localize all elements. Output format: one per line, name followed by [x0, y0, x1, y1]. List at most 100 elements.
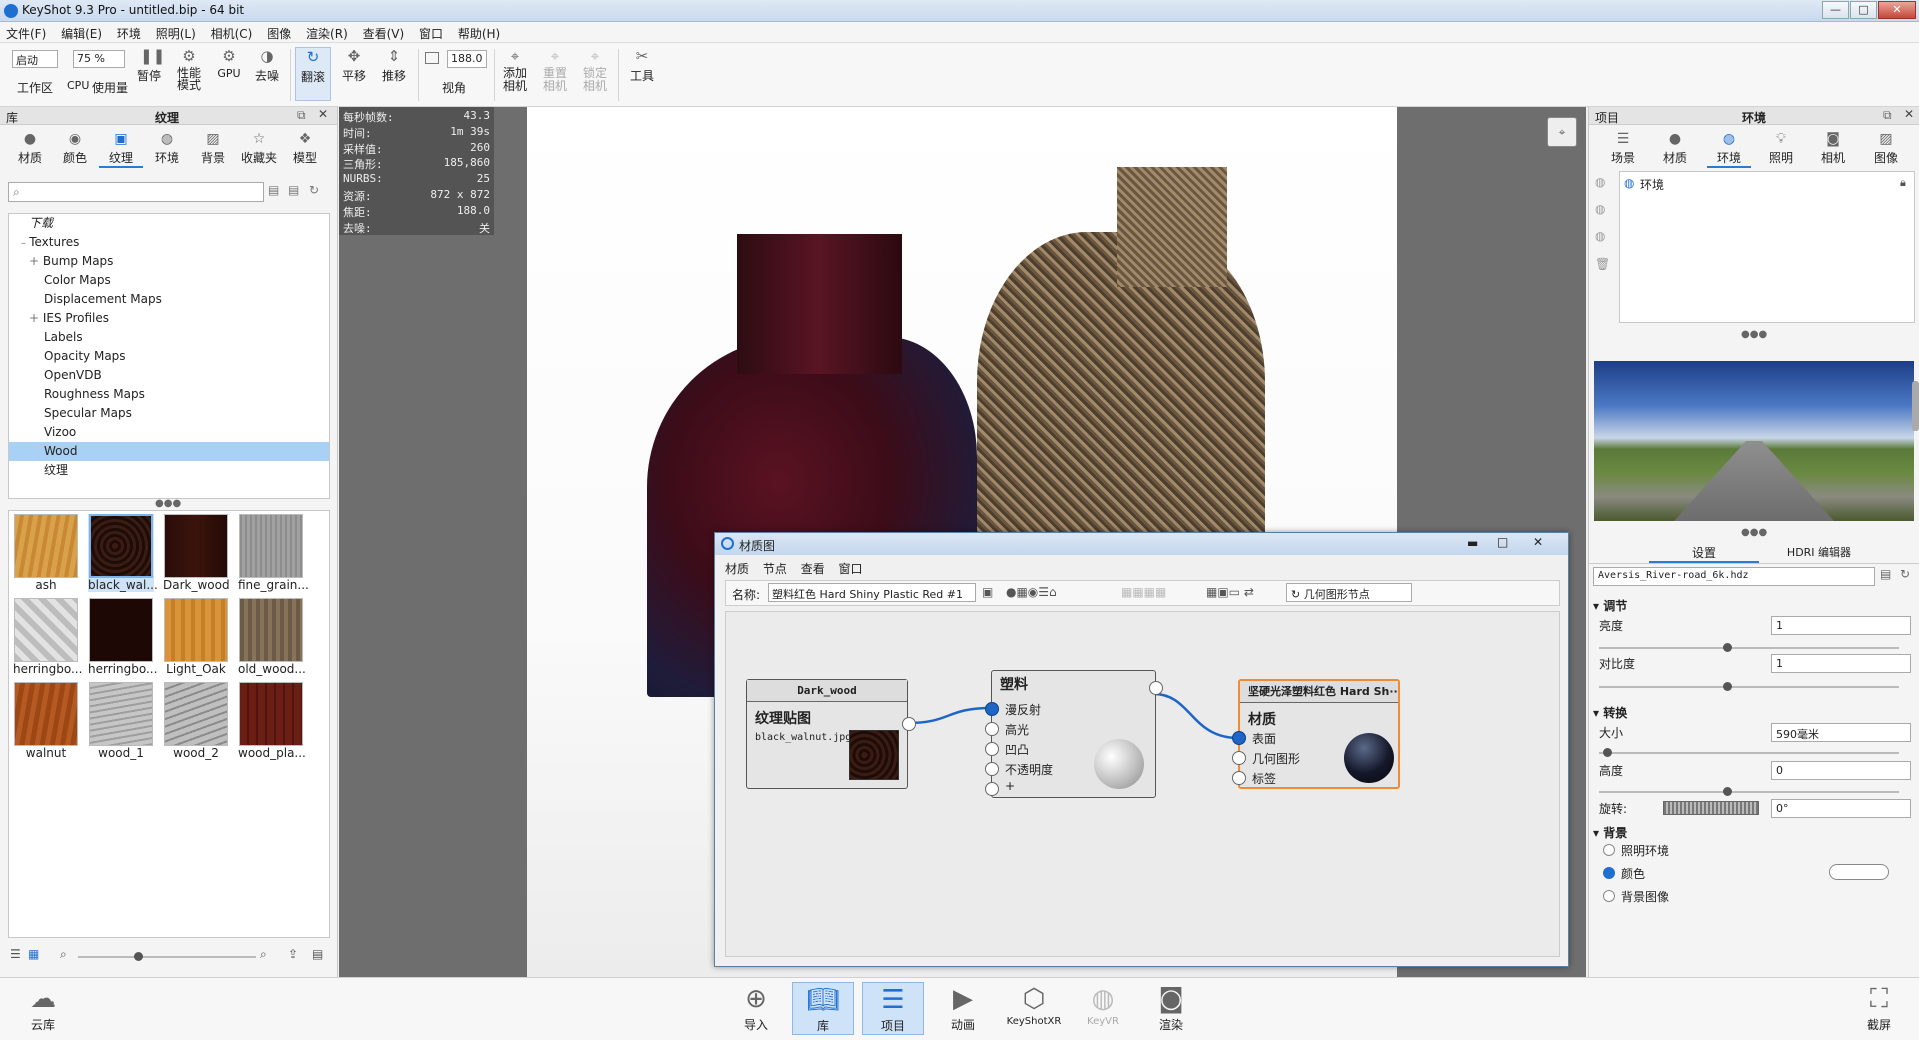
tab-image[interactable]: ▨ 图像 — [1864, 131, 1908, 166]
project-toggle-button[interactable]: ☰ 项目 — [862, 982, 924, 1035]
section-transform[interactable]: ▾ 转换 — [1593, 704, 1627, 721]
close-button[interactable]: ✕ — [1878, 1, 1916, 19]
height-input[interactable]: 0 — [1771, 761, 1911, 780]
rotation-jog-wheel[interactable] — [1663, 801, 1759, 815]
tree-item-color-maps[interactable]: Color Maps — [9, 271, 329, 290]
panel-scrollbar-thumb[interactable] — [1912, 381, 1919, 431]
plastic-output-port[interactable] — [1149, 681, 1163, 695]
bg-image-radio[interactable] — [1603, 890, 1615, 902]
tab-camera[interactable]: ◙ 相机 — [1811, 131, 1855, 166]
tab-lighting[interactable]: 💡︎ 照明 — [1759, 131, 1803, 166]
thumb-light-oak[interactable]: Light_Oak — [163, 598, 229, 676]
tree-item-specular-maps[interactable]: Specular Maps — [9, 404, 329, 423]
pause-button[interactable]: ❚❚ 暂停 — [134, 47, 165, 84]
contrast-input[interactable]: 1 — [1771, 654, 1911, 673]
size-input[interactable]: 590毫米 — [1771, 723, 1911, 742]
menu-view[interactable]: 查看(V) — [357, 22, 410, 42]
maximize-button[interactable]: □ — [1850, 1, 1877, 19]
thumbnail-size-slider[interactable] — [78, 956, 256, 958]
graph-menu-node[interactable]: 节点 — [763, 562, 787, 576]
environment-settings-icon[interactable]: ◍ — [1595, 229, 1605, 243]
node-graph-canvas[interactable]: Dark_wood 纹理贴图 black_walnut.jpg 塑料 漫反射 高… — [725, 611, 1560, 957]
label-port[interactable] — [1232, 771, 1246, 785]
tree-item-bump-maps[interactable]: + Bump Maps — [9, 252, 329, 271]
folder-add-icon[interactable]: ▤ — [288, 183, 299, 197]
expand-icon[interactable]: + — [29, 311, 43, 325]
tree-item-openvdb[interactable]: OpenVDB — [9, 366, 329, 385]
menu-help[interactable]: 帮助(H) — [452, 22, 505, 42]
menu-file[interactable]: 文件(F) — [0, 22, 51, 42]
render-button[interactable]: ◙ 渲染 — [1140, 982, 1202, 1033]
menu-environment[interactable]: 环境 — [111, 22, 146, 42]
grid-view-icon[interactable]: ▦ — [28, 947, 39, 961]
tree-item-wood[interactable]: Wood — [9, 442, 329, 461]
add-environment-icon[interactable]: ◍ — [1595, 175, 1605, 189]
tab-models[interactable]: ❖ 模型 — [283, 131, 327, 166]
tab-colors[interactable]: ◉ 颜色 — [53, 131, 97, 166]
size-knob[interactable] — [1603, 748, 1612, 757]
thumb-herringbone-2[interactable]: herringbo... — [88, 598, 157, 676]
menu-edit[interactable]: 编辑(E) — [55, 22, 107, 42]
tab-environments[interactable]: ◍ 环境 — [145, 131, 189, 166]
splitter-handle-icon[interactable]: ●●● — [1741, 527, 1767, 538]
folder-sync-icon[interactable]: ▤ — [312, 947, 323, 961]
duplicate-environment-icon[interactable]: ◍ — [1595, 202, 1605, 216]
tree-item-roughness-maps[interactable]: Roughness Maps — [9, 385, 329, 404]
tab-material[interactable]: ● 材质 — [1653, 131, 1697, 166]
add-camera-button[interactable]: ⌖ 添加 相机 — [498, 47, 532, 93]
hdri-file-input[interactable]: Aversis_River-road_6k.hdz — [1593, 567, 1875, 586]
cloud-library-button[interactable]: ☁ 云库 — [12, 982, 74, 1033]
graph-menu-view[interactable]: 查看 — [801, 562, 825, 576]
tab-environment[interactable]: ◍ 环境 — [1707, 131, 1751, 168]
specular-port[interactable] — [985, 722, 999, 736]
zoom-out-icon[interactable]: ⌕ — [60, 947, 67, 962]
environment-list-item[interactable]: 环境 — [1640, 176, 1664, 193]
thumb-wood-1[interactable]: wood_1 — [88, 682, 154, 760]
thumb-walnut[interactable]: walnut — [13, 682, 79, 760]
reset-camera-button[interactable]: ⌖ 重置 相机 — [538, 47, 572, 93]
tools-button[interactable]: ✂ 工具 — [625, 47, 659, 84]
save-icon[interactable]: ▣ — [982, 585, 993, 599]
add-input-port[interactable] — [985, 782, 999, 796]
cpu-usage-select[interactable]: 75 % — [73, 50, 125, 68]
screenshot-button[interactable]: ⛶ 截屏 — [1848, 982, 1910, 1033]
graph-menu-window[interactable]: 窗口 — [839, 562, 863, 576]
tab-materials[interactable]: ● 材质 — [8, 131, 52, 166]
list-view-icon[interactable]: ☰ — [10, 947, 21, 961]
gpu-button[interactable]: ⚙ GPU — [214, 47, 244, 80]
bg-color-swatch[interactable] — [1829, 864, 1889, 880]
tree-item-texture[interactable]: 纹理 — [9, 461, 329, 480]
thumb-old-wood[interactable]: old_wood... — [238, 598, 306, 676]
plastic-node[interactable]: 塑料 漫反射 高光 凹凸 不透明度 + — [985, 670, 1163, 798]
tab-scene[interactable]: ☰ 场景 — [1601, 131, 1645, 166]
viewport-camera-icon[interactable]: ⌖ — [1547, 117, 1577, 147]
undock-icon[interactable]: ⧉ — [297, 108, 306, 123]
height-knob[interactable] — [1723, 787, 1732, 796]
brightness-input[interactable]: 1 — [1771, 616, 1911, 635]
tumble-button[interactable]: ↻ 翻滚 — [295, 47, 331, 101]
denoise-button[interactable]: ◑ 去噪 — [252, 47, 282, 84]
splitter-handle-icon[interactable]: ●●● — [155, 498, 181, 509]
tree-item-vizoo[interactable]: Vizoo — [9, 423, 329, 442]
brightness-knob[interactable] — [1723, 643, 1732, 652]
texture-output-port[interactable] — [902, 717, 916, 731]
pan-button[interactable]: ✥ 平移 — [338, 47, 370, 84]
splitter-handle-icon[interactable]: ●●● — [1741, 329, 1767, 340]
tree-item-labels[interactable]: Labels — [9, 328, 329, 347]
graph-maximize-button[interactable]: □ — [1497, 535, 1508, 549]
bg-color-radio[interactable] — [1603, 867, 1615, 879]
thumb-black-walnut[interactable]: black_wal... — [88, 514, 158, 592]
rotation-input[interactable]: 0° — [1771, 799, 1911, 818]
layout-icons[interactable]: ▦▣▭ ⇄ — [1206, 585, 1254, 599]
geometry-port[interactable] — [1232, 751, 1246, 765]
fov-input[interactable]: 188.0 — [447, 50, 487, 68]
diffuse-port[interactable] — [985, 702, 999, 716]
tree-item-displacement-maps[interactable]: Displacement Maps — [9, 290, 329, 309]
delete-icon[interactable]: 🗑︎ — [1595, 257, 1610, 271]
panel-close-icon[interactable]: ✕ — [318, 107, 328, 121]
material-name-input[interactable]: 塑料红色 Hard Shiny Plastic Red #1 — [768, 583, 976, 602]
zoom-in-icon[interactable]: ⌕ — [260, 947, 267, 962]
tree-item-ies-profiles[interactable]: + IES Profiles — [9, 309, 329, 328]
upload-icon[interactable]: ⇪ — [288, 947, 298, 961]
library-search-input[interactable]: ⌕ — [8, 182, 264, 202]
